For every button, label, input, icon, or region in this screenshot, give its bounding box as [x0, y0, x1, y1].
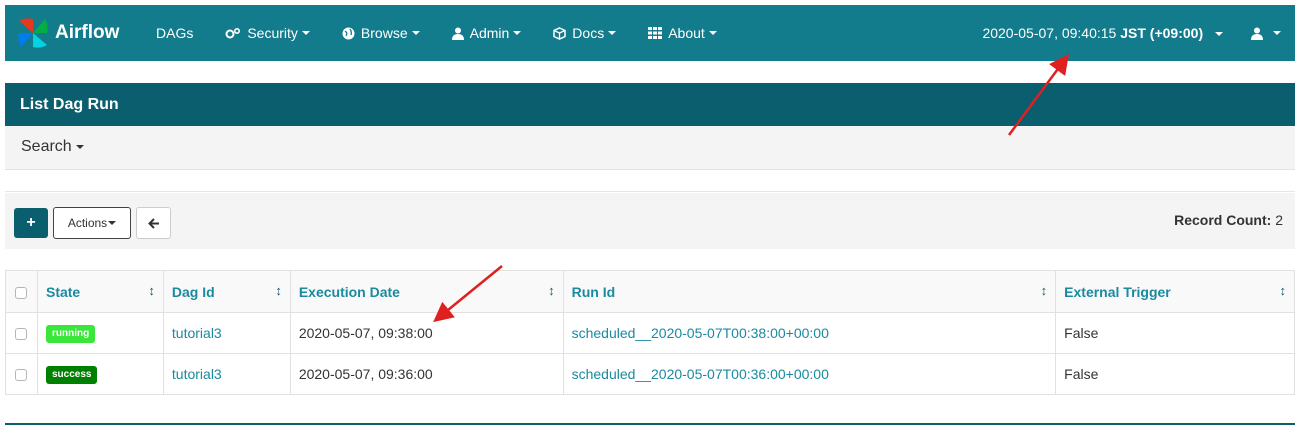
chevron-down-icon — [608, 31, 617, 35]
column-header-run-id[interactable]: Run Id ↕ — [562, 270, 1057, 313]
record-count-label: Record Count: — [1174, 212, 1272, 228]
search-toggle[interactable]: Search — [5, 126, 1295, 170]
grid-icon — [648, 27, 663, 39]
row-checkbox[interactable] — [15, 369, 28, 382]
state-cell: running — [36, 312, 164, 354]
external-trigger-cell: False — [1055, 353, 1295, 395]
record-count: Record Count: 2 — [1174, 212, 1283, 228]
cube-icon — [553, 26, 567, 40]
dag-id-link[interactable]: tutorial3 — [172, 366, 222, 382]
chevron-down-icon — [301, 31, 310, 35]
column-header-label: State — [45, 283, 81, 300]
chevron-down-icon — [708, 31, 717, 35]
dag-run-table: State ↕ Dag Id ↕ Execution Date ↕ Run Id ↕ E… — [5, 270, 1295, 395]
top-navbar: Airflow DAGs Security Browse Admin Docs … — [5, 5, 1295, 61]
search-label: Search — [21, 138, 72, 155]
column-header-execution-date[interactable]: Execution Date ↕ — [289, 270, 564, 313]
clock-time: 2020-05-07, 09:40:15 — [982, 25, 1117, 41]
nav-about-label: About — [668, 25, 705, 41]
sort-icon[interactable]: ↕ — [275, 283, 282, 298]
back-button[interactable] — [136, 207, 171, 239]
run-id-cell: scheduled__2020-05-07T00:36:00+00:00 — [562, 353, 1057, 395]
nav-browse-label: Browse — [360, 25, 408, 41]
actions-label: Actions — [67, 216, 108, 230]
run-id-link[interactable]: scheduled__2020-05-07T00:36:00+00:00 — [572, 366, 829, 382]
actions-button[interactable]: Actions — [53, 207, 131, 239]
nav-about[interactable]: About — [632, 5, 733, 61]
globe-icon — [342, 27, 355, 40]
state-badge-running: running — [45, 325, 96, 343]
state-cell: success — [36, 353, 164, 395]
run-id-cell: scheduled__2020-05-07T00:38:00+00:00 — [562, 312, 1057, 354]
table-header-row: State ↕ Dag Id ↕ Execution Date ↕ Run Id ↕ E… — [5, 270, 1295, 313]
airflow-logo-icon — [18, 18, 48, 48]
dag-id-cell: tutorial3 — [162, 353, 291, 395]
column-header-dag-id[interactable]: Dag Id ↕ — [162, 270, 291, 313]
table-row: running tutorial3 2020-05-07, 09:38:00 s… — [5, 312, 1295, 354]
chevron-down-icon — [411, 31, 420, 35]
app-frame: Airflow DAGs Security Browse Admin Docs … — [5, 5, 1295, 425]
state-badge-success: success — [45, 366, 98, 384]
brand[interactable]: Airflow — [15, 15, 140, 51]
arrow-left-icon — [147, 217, 159, 229]
user-icon — [1251, 27, 1263, 40]
nav-docs[interactable]: Docs — [537, 5, 632, 61]
row-select-cell — [5, 312, 38, 354]
execution-date-cell: 2020-05-07, 09:38:00 — [289, 312, 564, 354]
row-checkbox[interactable] — [15, 328, 28, 341]
nav-dags[interactable]: DAGs — [140, 5, 209, 61]
table-row: success tutorial3 2020-05-07, 09:36:00 s… — [5, 353, 1295, 395]
plus-icon: + — [26, 214, 36, 231]
cogs-icon — [225, 27, 241, 39]
nav-security-label: Security — [247, 25, 298, 41]
nav-dags-label: DAGs — [156, 25, 194, 41]
nav-admin[interactable]: Admin — [436, 5, 538, 61]
nav-security[interactable]: Security — [209, 5, 326, 61]
nav-admin-label: Admin — [469, 25, 510, 41]
user-icon — [451, 27, 464, 40]
column-header-label: Dag Id — [171, 283, 215, 300]
clock-dropdown[interactable]: 2020-05-07, 09:40:15 JST (+09:00) — [972, 25, 1233, 41]
list-toolbar: + Actions Record Count: 2 — [5, 193, 1295, 249]
chevron-down-icon — [108, 221, 117, 225]
row-select-cell — [5, 353, 38, 395]
column-header-label: External Trigger — [1064, 283, 1171, 300]
brand-name: Airflow — [55, 22, 120, 43]
chevron-down-icon — [1215, 32, 1223, 37]
sort-icon[interactable]: ↕ — [1280, 283, 1287, 298]
run-id-link[interactable]: scheduled__2020-05-07T00:38:00+00:00 — [572, 325, 829, 341]
column-header-state[interactable]: State ↕ — [36, 270, 164, 313]
divider — [5, 249, 1295, 270]
record-count-value: 2 — [1275, 212, 1283, 228]
column-header-label: Execution Date — [298, 283, 400, 300]
execution-date-cell: 2020-05-07, 09:36:00 — [289, 353, 564, 395]
nav-docs-label: Docs — [572, 25, 605, 41]
chevron-down-icon — [75, 144, 84, 149]
select-all-cell — [5, 270, 38, 313]
chevron-down-icon — [1273, 31, 1281, 35]
nav-browse[interactable]: Browse — [326, 5, 436, 61]
add-button[interactable]: + — [14, 208, 48, 238]
sort-icon[interactable]: ↕ — [548, 283, 555, 298]
column-header-label: Run Id — [571, 283, 616, 300]
navbar-right: 2020-05-07, 09:40:15 JST (+09:00) — [972, 5, 1295, 61]
chevron-down-icon — [513, 31, 522, 35]
dag-id-link[interactable]: tutorial3 — [172, 325, 222, 341]
sort-icon[interactable]: ↕ — [1041, 283, 1048, 298]
column-header-external-trigger[interactable]: External Trigger ↕ — [1055, 270, 1295, 313]
select-all-checkbox[interactable] — [15, 286, 28, 299]
clock-timezone: JST (+09:00) — [1120, 25, 1204, 41]
user-menu[interactable] — [1233, 5, 1295, 61]
divider — [5, 171, 1295, 192]
sort-icon[interactable]: ↕ — [148, 283, 155, 298]
dag-id-cell: tutorial3 — [162, 312, 291, 354]
panel-title: List Dag Run — [5, 83, 1295, 126]
external-trigger-cell: False — [1055, 312, 1295, 354]
